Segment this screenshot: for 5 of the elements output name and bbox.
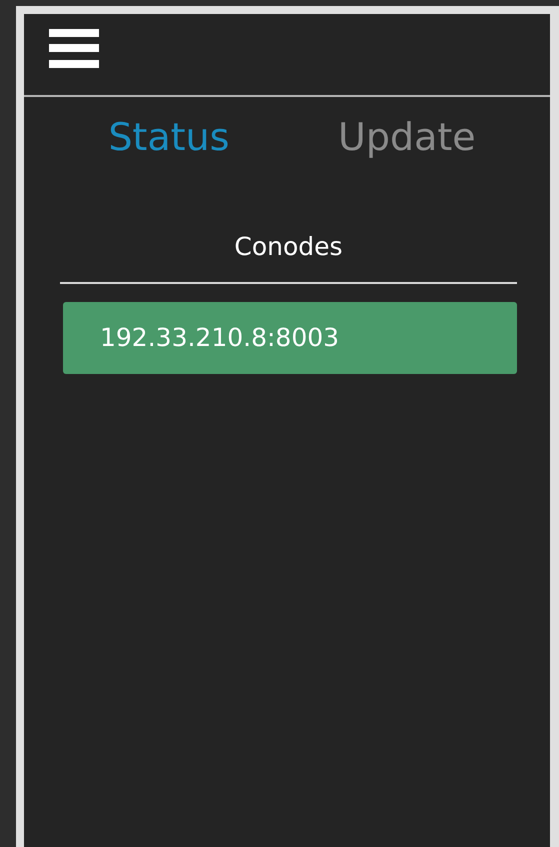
tab[interactable]: Update (338, 113, 476, 161)
conode-item[interactable]: 192.33.210.8:8003 (63, 302, 517, 374)
section-title: Conodes (233, 231, 344, 263)
menu-icon[interactable] (49, 29, 99, 69)
tab[interactable]: Status (108, 113, 230, 161)
